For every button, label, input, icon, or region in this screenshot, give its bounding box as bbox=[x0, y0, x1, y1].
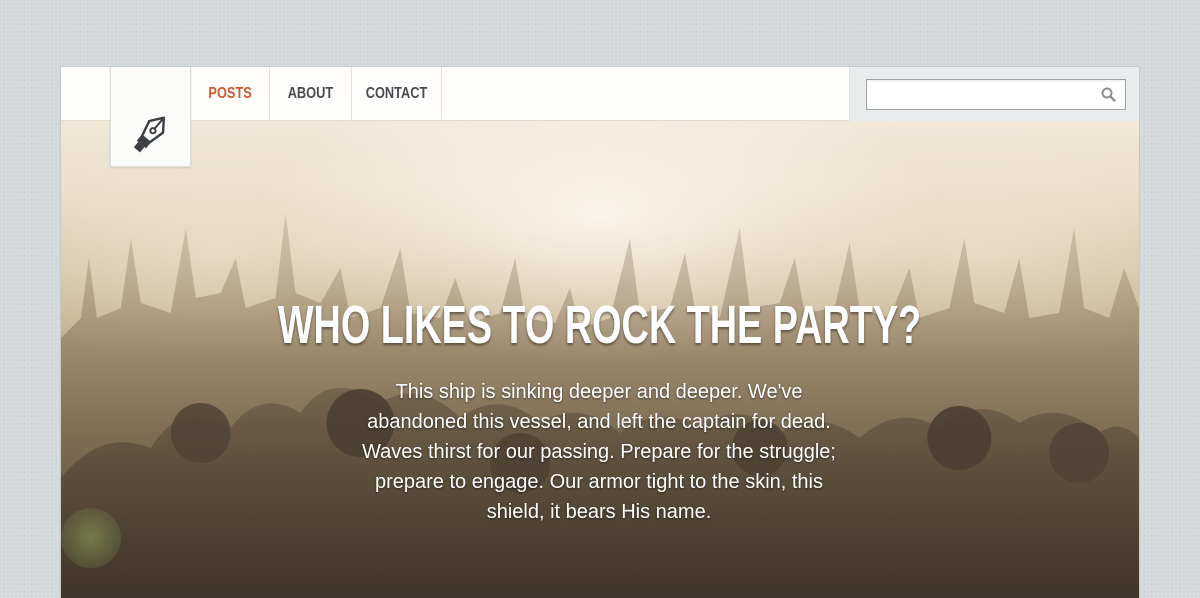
site-header: POSTS ABOUT CONTACT bbox=[61, 67, 1139, 121]
nav-item-contact[interactable]: CONTACT bbox=[352, 67, 442, 121]
main-nav: POSTS ABOUT CONTACT bbox=[191, 67, 442, 121]
nav-item-about[interactable]: ABOUT bbox=[270, 67, 352, 121]
hero-description: This ship is sinking deeper and deeper. … bbox=[362, 381, 836, 523]
page-frame: POSTS ABOUT CONTACT WHO LIKES TO ROCK TH… bbox=[60, 66, 1140, 598]
fountain-pen-icon bbox=[133, 116, 166, 153]
search-area bbox=[849, 67, 1139, 121]
nav-item-label: POSTS bbox=[208, 85, 252, 102]
nav-item-posts[interactable]: POSTS bbox=[191, 67, 270, 121]
lens-flare bbox=[61, 508, 121, 568]
nav-item-label: ABOUT bbox=[287, 85, 334, 102]
hero-title: WHO LIKES TO ROCK THE PARTY? bbox=[61, 295, 1139, 355]
site-logo[interactable] bbox=[110, 67, 191, 167]
hero-title-text: WHO LIKES TO ROCK THE PARTY? bbox=[278, 295, 922, 355]
search-icon[interactable] bbox=[1101, 87, 1116, 107]
nav-item-label: CONTACT bbox=[365, 85, 428, 102]
search-input[interactable] bbox=[866, 79, 1126, 110]
